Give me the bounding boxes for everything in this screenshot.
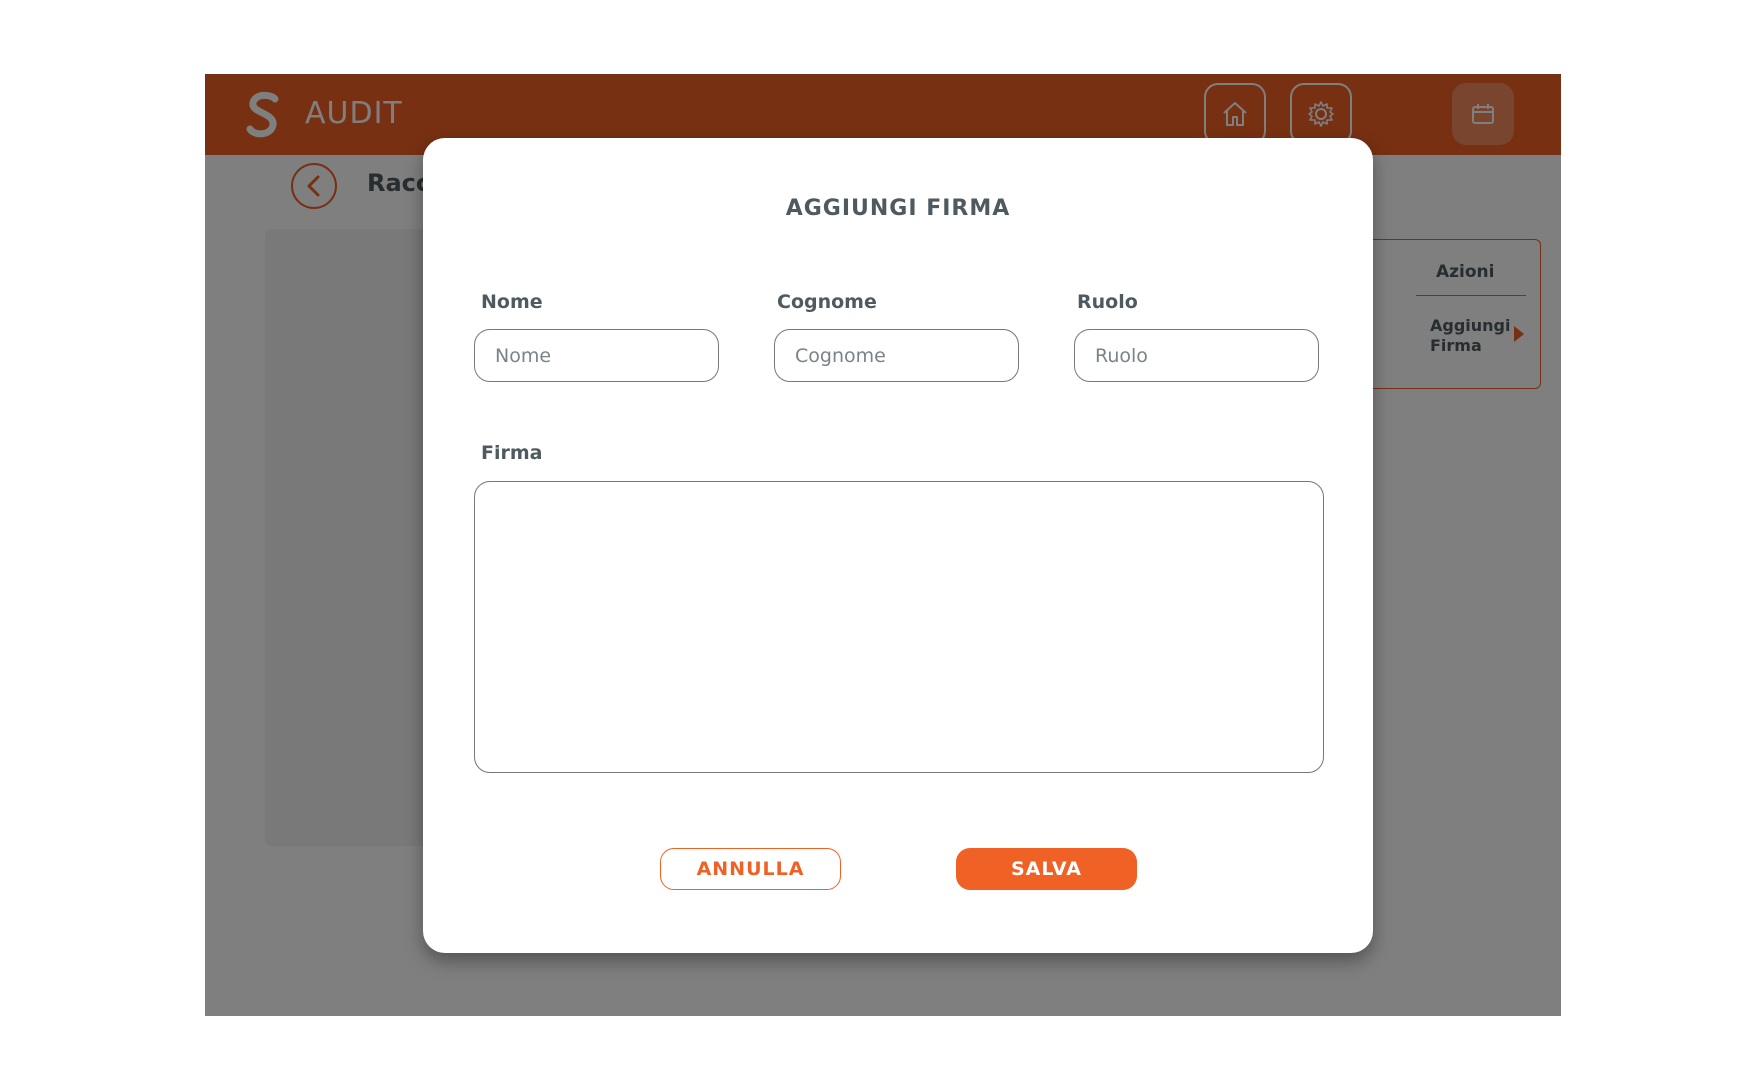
cognome-input[interactable] <box>774 329 1019 382</box>
nome-input[interactable] <box>474 329 719 382</box>
cancel-button[interactable]: ANNULLA <box>660 848 841 890</box>
nome-label: Nome <box>481 291 543 313</box>
signature-pad[interactable] <box>474 481 1324 773</box>
save-button[interactable]: SALVA <box>956 848 1137 890</box>
ruolo-label: Ruolo <box>1077 291 1138 313</box>
signature-label: Firma <box>481 442 543 464</box>
dialog-title: AGGIUNGI FIRMA <box>785 196 1011 221</box>
ruolo-input[interactable] <box>1074 329 1319 382</box>
cognome-label: Cognome <box>777 291 877 313</box>
add-signature-dialog: AGGIUNGI FIRMA Nome Cognome Ruolo Firma … <box>423 138 1373 953</box>
